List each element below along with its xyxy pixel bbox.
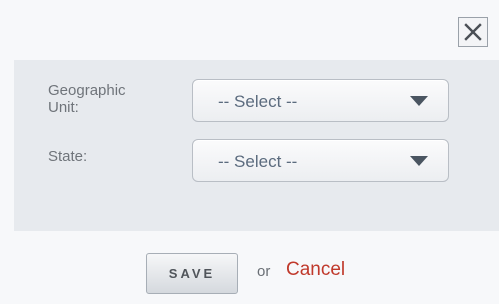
dialog: Geographic Unit: -- Select -- State: -- … [0, 0, 499, 304]
geographic-unit-select-value: -- Select -- [218, 92, 298, 111]
or-text: or [257, 263, 271, 280]
geographic-unit-select[interactable]: -- Select -- [192, 79, 449, 122]
close-button[interactable] [458, 17, 488, 47]
dialog-footer: SAVE or Cancel [0, 231, 499, 304]
save-button[interactable]: SAVE [146, 253, 238, 294]
state-select-value: -- Select -- [218, 152, 298, 171]
dropdown-triangle-icon [410, 156, 428, 166]
geographic-unit-label: Geographic Unit: [48, 82, 126, 116]
state-select[interactable]: -- Select -- [192, 139, 449, 182]
state-label: State: [48, 148, 88, 165]
cancel-link[interactable]: Cancel [286, 259, 345, 281]
form-panel: Geographic Unit: -- Select -- State: -- … [14, 60, 499, 231]
dropdown-triangle-icon [410, 96, 428, 106]
close-x-icon [464, 23, 482, 41]
